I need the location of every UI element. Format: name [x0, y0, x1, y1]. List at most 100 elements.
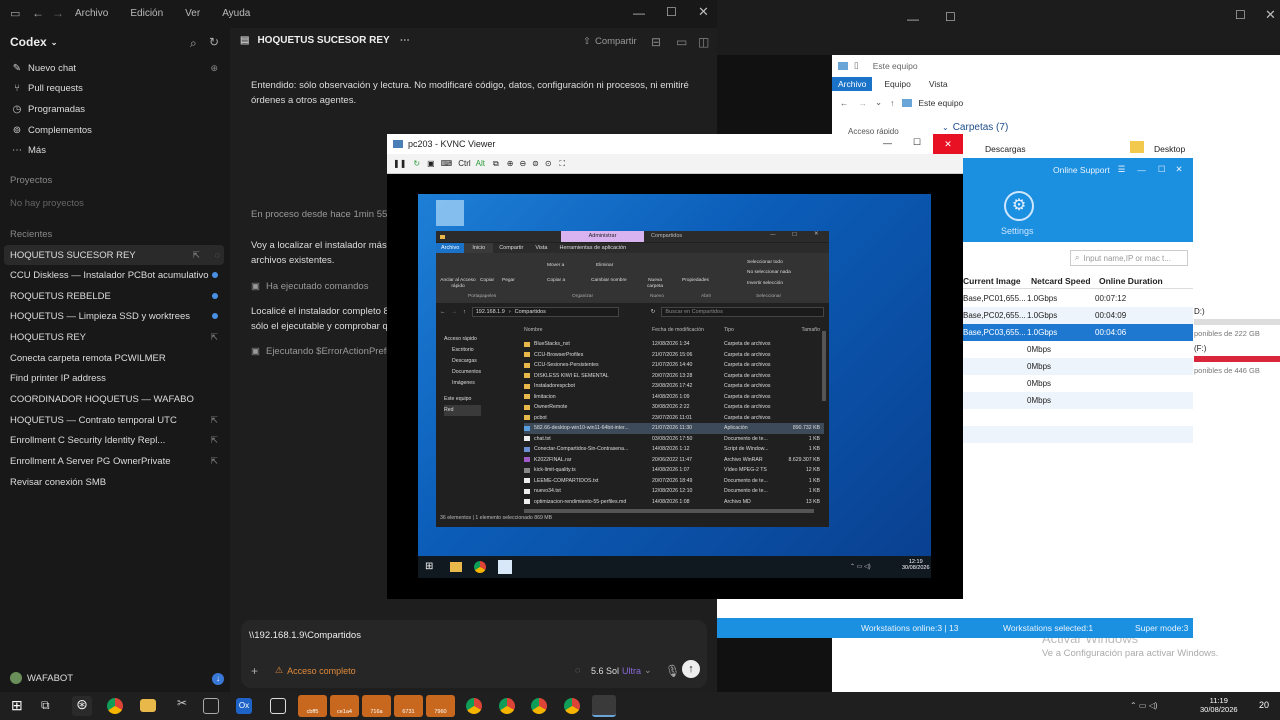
folder-desktop[interactable]: Desktop: [1154, 144, 1185, 154]
panel-icon[interactable]: ▭: [676, 35, 687, 49]
tab-archivo[interactable]: Archivo: [832, 77, 873, 91]
maximize-icon[interactable]: ☐: [945, 10, 956, 24]
recent-item[interactable]: HOQUETUS — Limpieza SSD y worktrees: [10, 306, 222, 326]
paste-button[interactable]: Pegar: [502, 278, 515, 283]
nav-descargas[interactable]: Descargas: [444, 356, 481, 367]
close-icon[interactable]: ✕: [698, 4, 709, 20]
chrome-icon[interactable]: [107, 698, 123, 714]
vnc-session-button[interactable]: 716a: [362, 695, 391, 717]
sidebar-toggle-icon[interactable]: ▭: [10, 7, 20, 20]
send-button[interactable]: ↑: [682, 660, 700, 678]
file-row[interactable]: Conectar-Compartidos-Sin-Contrasena... 14…: [524, 444, 824, 455]
search-input[interactable]: ⌕ Input name,IP or mac t...: [1070, 250, 1188, 266]
add-attachment-icon[interactable]: +: [251, 664, 258, 678]
tab-herramientas[interactable]: Herramientas de aplicación: [553, 243, 632, 253]
file-row[interactable]: optimizacion-rendimiento-55-perfiles.md 1…: [524, 497, 824, 508]
close-icon[interactable]: ✕: [933, 134, 963, 154]
share-icon[interactable]: ⇱: [192, 250, 200, 261]
menu-icon[interactable]: ☰: [1118, 164, 1126, 175]
vnc-session-button[interactable]: ce1a4: [330, 695, 359, 717]
drive-f-label[interactable]: (F:): [1194, 344, 1206, 353]
nav-escritorio[interactable]: Escritorio: [444, 345, 481, 356]
invert-selection-button[interactable]: Invertir selección: [747, 281, 783, 286]
file-explorer-icon[interactable]: [140, 699, 156, 712]
maximize-icon[interactable]: ☐: [792, 232, 797, 238]
column-online-duration[interactable]: Online Duration: [1095, 276, 1191, 286]
recent-item[interactable]: HOQUETUS REY ⇱: [10, 327, 222, 347]
more-options-icon[interactable]: ⋯: [400, 35, 410, 46]
forward-icon[interactable]: →: [859, 98, 868, 108]
recent-item[interactable]: Conecta carpeta remota PCWILMER: [10, 348, 222, 368]
file-row[interactable]: chat.txt 03/08/2026 17:50 Documento de te.…: [524, 434, 824, 445]
maximize-icon[interactable]: ☐: [913, 137, 921, 148]
model-selector[interactable]: 5.6 Sol Ultra ⌄: [591, 665, 652, 676]
clock[interactable]: 11:19 30/08/2026: [1200, 696, 1238, 714]
minimize-icon[interactable]: —: [1137, 165, 1146, 175]
maximize-icon[interactable]: ☐: [666, 5, 677, 19]
delete-button[interactable]: Eliminar: [596, 263, 613, 268]
column-current-image[interactable]: Current Image: [963, 276, 1029, 286]
outlook-icon[interactable]: Ox: [236, 698, 252, 714]
file-row[interactable]: CCU-Sesiones-Persistentes 21/07/2026 14:4…: [524, 360, 824, 371]
properties-button[interactable]: Propiedades: [682, 278, 709, 283]
file-row[interactable]: nuevo34.txt 12/08/2026 12:10 Documento de …: [524, 486, 824, 497]
zoom-out-icon[interactable]: ⊖: [519, 159, 526, 168]
windows-start-icon[interactable]: ⊞: [425, 561, 433, 572]
notification-count[interactable]: 20: [1259, 700, 1269, 710]
settings-gear-icon[interactable]: ⚙: [1004, 191, 1034, 221]
minimize-icon[interactable]: —: [633, 6, 645, 20]
table-row[interactable]: Base,PC01,655... 1.0Gbps 00:07:12: [963, 290, 1193, 307]
drive-d-label[interactable]: D:): [1194, 307, 1205, 316]
download-icon[interactable]: ↓: [212, 673, 224, 685]
composer-input[interactable]: \\192.168.1.9\Compartidos: [249, 630, 361, 641]
recent-item[interactable]: HOQUETUS SUCESOR REY ⇱ ◌: [4, 245, 224, 265]
maximize-icon[interactable]: ☐: [1158, 164, 1166, 175]
nav-mas[interactable]: ⋯ Más: [10, 140, 222, 160]
vnc-session-button[interactable]: cbff5: [298, 695, 327, 717]
table-row[interactable]: Base,PC02,655... 1.0Gbps 00:04:09: [963, 307, 1193, 324]
alt-key-button[interactable]: Alt: [476, 159, 485, 168]
codex-app-icon[interactable]: ⊛: [72, 696, 92, 716]
clipboard-icon[interactable]: ⧉: [493, 159, 499, 169]
user-profile[interactable]: WAFABOT: [10, 672, 73, 684]
column-tamano[interactable]: Tamaño: [786, 327, 820, 333]
menu-archivo[interactable]: Archivo: [75, 8, 108, 19]
forward-icon[interactable]: →: [52, 6, 64, 20]
recent-item[interactable]: HOQUETUS — Contrato temporal UTC ⇱: [10, 410, 222, 430]
chevron-down-icon[interactable]: ⌄: [875, 97, 882, 108]
table-row[interactable]: Base,PC03,655... 1.0Gbps 00:04:06: [963, 324, 1193, 341]
minimize-icon[interactable]: —: [883, 138, 892, 148]
task-view-icon[interactable]: ⧉: [41, 698, 50, 713]
file-row-selected[interactable]: 582.66-desktop-win10-win11-64bit-inter..…: [524, 423, 824, 434]
move-to-button[interactable]: Mover a: [547, 263, 564, 268]
forward-icon[interactable]: →: [452, 309, 458, 315]
microphone-icon[interactable]: 🎙: [665, 664, 680, 678]
recent-item[interactable]: COORDINADOR HOQUETUS — WAFABO: [10, 389, 222, 409]
recent-item[interactable]: Enrollment A Server PG OwnerPrivate ⇱: [10, 451, 222, 471]
nav-acceso-rapido[interactable]: Acceso rápido: [444, 334, 481, 345]
close-icon[interactable]: ✕: [1265, 7, 1276, 23]
column-netcard-speed[interactable]: Netcard Speed: [1029, 276, 1095, 286]
windows-start-icon[interactable]: ⊞: [11, 697, 23, 714]
new-folder-button[interactable]: Nueva carpeta: [642, 278, 668, 290]
calculator-icon[interactable]: [203, 698, 219, 714]
kvnc-viewer-taskbar-icon[interactable]: [592, 695, 616, 717]
folders-heading[interactable]: ⌄ Carpetas (7): [942, 122, 1008, 133]
recycle-bin-icon[interactable]: [436, 200, 464, 226]
back-icon[interactable]: ←: [840, 98, 849, 108]
split-icon[interactable]: ◫: [698, 35, 709, 49]
column-tipo[interactable]: Tipo: [724, 327, 786, 333]
remote-desktop-icon[interactable]: [270, 698, 286, 714]
file-row[interactable]: OwnerRemote 30/08/2026 2:22 Carpeta de arc…: [524, 402, 824, 413]
back-icon[interactable]: ←: [32, 6, 44, 20]
nav-pull-requests[interactable]: ⑂ Pull requests: [10, 78, 222, 98]
copy-button[interactable]: Copiar: [480, 278, 494, 283]
minimize-icon[interactable]: —: [770, 232, 776, 238]
nav-este-equipo[interactable]: Este equipo: [444, 394, 481, 405]
refresh-icon[interactable]: ↻: [209, 35, 219, 49]
path-field[interactable]: 192.168.1.9 › Compartidos: [471, 307, 619, 317]
nav-documentos[interactable]: Documentos: [444, 367, 481, 378]
menu-edicion[interactable]: Edición: [130, 8, 163, 19]
zoom-in-icon[interactable]: ⊕: [507, 159, 514, 168]
pause-icon[interactable]: ❚❚: [393, 159, 406, 168]
